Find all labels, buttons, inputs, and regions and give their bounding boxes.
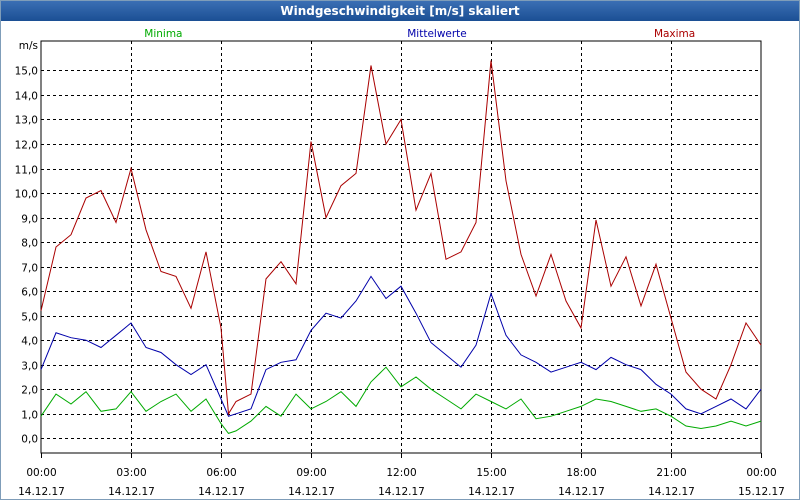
x-tick-date: 14.12.17 (468, 486, 515, 498)
y-tick-label: 15,0 (15, 66, 38, 78)
y-tick-label: 5,0 (21, 312, 38, 324)
y-tick-label: 2,0 (21, 385, 38, 397)
x-tick-date: 14.12.17 (198, 486, 245, 498)
y-tick-label: 10,0 (15, 189, 38, 201)
y-tick-label: 6,0 (21, 287, 38, 299)
legend-entry-minima: Minima (144, 28, 182, 40)
y-tick-label: 9,0 (21, 214, 38, 226)
x-tick-time: 03:00 (116, 467, 146, 479)
x-tick-date: 14.12.17 (378, 486, 425, 498)
x-tick-date: 14.12.17 (108, 486, 155, 498)
x-tick-time: 00:00 (746, 467, 776, 479)
y-axis-label: m/s (19, 40, 38, 52)
x-tick-date: 14.12.17 (648, 486, 695, 498)
y-tick-label: 14,0 (15, 91, 38, 103)
y-tick-label: 1,0 (21, 410, 38, 422)
x-tick-date: 14.12.17 (288, 486, 335, 498)
x-tick-date: 15.12.17 (738, 486, 785, 498)
legend-entry-maxima: Maxima (654, 28, 695, 40)
y-tick-label: 8,0 (21, 238, 38, 250)
chart-window: Windgeschwindigkeit [m/s] skaliert 0,0 1,… (0, 0, 800, 500)
x-tick-time: 06:00 (206, 467, 236, 479)
x-tick-date: 14.12.17 (18, 486, 65, 498)
chart-title: Windgeschwindigkeit [m/s] skaliert (1, 1, 799, 21)
legend-entry-mittelwerte: Mittelwerte (407, 28, 467, 40)
y-tick-label: 13,0 (15, 115, 38, 127)
x-tick-time: 18:00 (566, 467, 596, 479)
x-tick-time: 09:00 (296, 467, 326, 479)
y-tick-label: 0,0 (21, 434, 38, 446)
line-chart: 0,0 1,0 2,0 3,0 4,0 5,0 6,0 7,0 8,0 9,0 10,0 11,0 12… (15, 28, 785, 498)
x-tick-time: 00:00 (26, 467, 56, 479)
x-tick-time: 15:00 (476, 467, 506, 479)
y-tick-label: 7,0 (21, 263, 38, 275)
y-tick-label: 12,0 (15, 140, 38, 152)
x-tick-time: 12:00 (386, 467, 416, 479)
y-tick-label: 3,0 (21, 361, 38, 373)
x-tick-time: 21:00 (656, 467, 686, 479)
y-tick-label: 11,0 (15, 165, 38, 177)
x-tick-date: 14.12.17 (558, 486, 605, 498)
y-tick-label: 4,0 (21, 336, 38, 348)
